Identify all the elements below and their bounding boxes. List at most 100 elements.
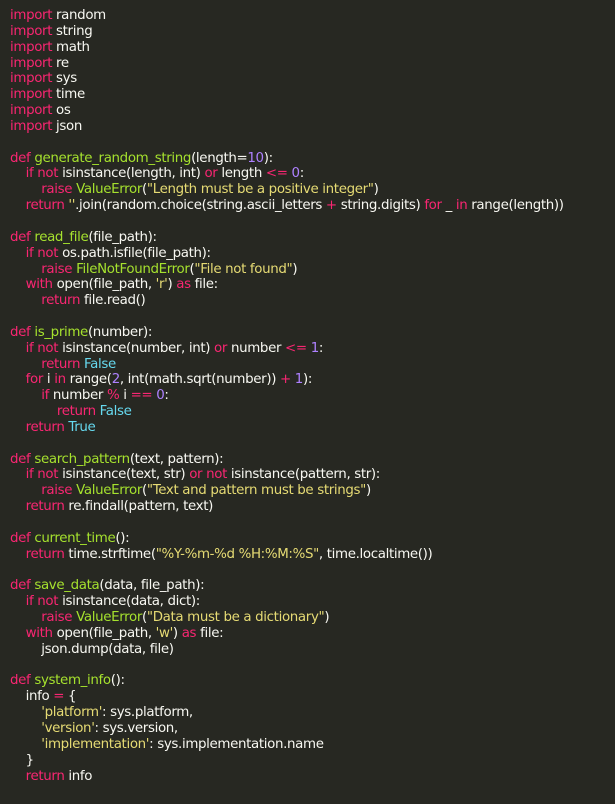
code-function-name: read_file [34,229,89,245]
code-number: 10 [247,150,264,166]
code-keyword: import [10,23,53,39]
code-line: with open(file_path, 'w') as file: [10,626,615,642]
code-line: if not os.path.isfile(file_path): [10,246,615,262]
code-line: import string [10,24,615,40]
code-line: def read_file(file_path): [10,230,615,246]
code-string: 'r' [155,277,168,293]
code-builtin: True [68,419,96,435]
code-keyword: if not [25,467,59,483]
code-line: return ''.join(random.choice(string.asci… [10,198,615,214]
code-line: return info [10,769,615,785]
code-line: return False [10,404,615,420]
code-keyword: in [455,198,468,214]
code-line: info = { [10,689,615,705]
code-keyword: return [25,198,65,214]
code-line: def save_data(data, file_path): [10,578,615,594]
code-text: string.digits) [336,198,425,214]
code-text: time.strftime( [64,546,156,562]
code-function-name: FileNotFoundError [76,261,190,277]
code-keyword: return [56,404,96,420]
code-text: (number): [87,324,153,340]
code-line: import re [10,56,615,72]
code-line: import time [10,87,615,103]
code-function-name: ValueError [76,483,143,499]
code-text: range(length)) [467,198,564,214]
code-text: number [227,340,286,356]
code-keyword: if not [25,166,59,182]
code-text: open(file_path, [52,277,156,293]
code-text: .join(random.choice(string.ascii_letters [75,198,326,214]
code-text: file: [190,277,219,293]
code-keyword: as [176,277,191,293]
code-line: def system_info(): [10,673,615,689]
code-keyword: return [41,356,81,372]
code-keyword: import [10,8,53,23]
code-keyword: return [25,419,65,435]
code-keyword: return [25,499,65,515]
code-keyword: import [10,39,53,55]
code-keyword: raise [41,261,73,277]
code-text: random [52,8,106,23]
code-keyword: as [181,625,197,641]
code-text: i [119,388,131,404]
code-line: if not isinstance(length, int) or length… [10,166,615,182]
code-line: for i in range(2, int(math.sqrt(number))… [10,372,615,388]
code-text: file: [196,625,224,641]
code-line: return time.strftime("%Y-%m-%d %H:%M:%S"… [10,547,615,563]
code-text: : [299,166,305,182]
code-keyword: <= [265,166,288,182]
code-keyword: == [130,388,153,404]
code-text: re [52,55,69,71]
code-text: isinstance(length, int) [58,166,205,182]
code-function-name: is_prime [34,324,88,340]
code-keyword: raise [41,483,73,499]
code-editor[interactable]: import random import string import math imp… [0,0,615,804]
code-keyword: or [204,166,218,182]
code-text: _ [441,198,456,214]
code-keyword: return [25,768,65,784]
code-text: ): [302,372,312,388]
code-text: number [49,388,107,404]
code-keyword: raise [41,182,73,198]
code-line: raise ValueError("Text and pattern must … [10,483,615,499]
code-text: isinstance(text, str) [58,467,190,483]
code-line: return file.read() [10,293,615,309]
code-text: json [52,118,83,134]
code-function-name: ValueError [76,182,143,198]
code-keyword: import [10,71,53,87]
code-keyword: import [10,87,53,103]
code-line: 'version': sys.version, [10,721,615,737]
code-string: 'w' [155,625,174,641]
code-line: 'platform': sys.platform, [10,705,615,721]
code-keyword: def [10,673,31,689]
code-keyword: or not [189,467,227,483]
code-text: time [52,87,85,103]
code-line: with open(file_path, 'r') as file: [10,277,615,293]
code-text: ) [373,182,379,198]
code-text: open(file_path, [52,625,156,641]
code-text: info [10,689,54,705]
code-text: (length= [191,150,248,166]
code-text: , int(math.sqrt(number)) [119,372,280,388]
code-keyword: def [10,324,31,340]
code-text: math [52,39,90,55]
code-function-name: system_info [34,673,111,689]
code-text: file.read() [80,293,146,309]
code-keyword: with [25,277,53,293]
code-text: length [217,166,266,182]
code-text: isinstance(number, int) [58,340,215,356]
